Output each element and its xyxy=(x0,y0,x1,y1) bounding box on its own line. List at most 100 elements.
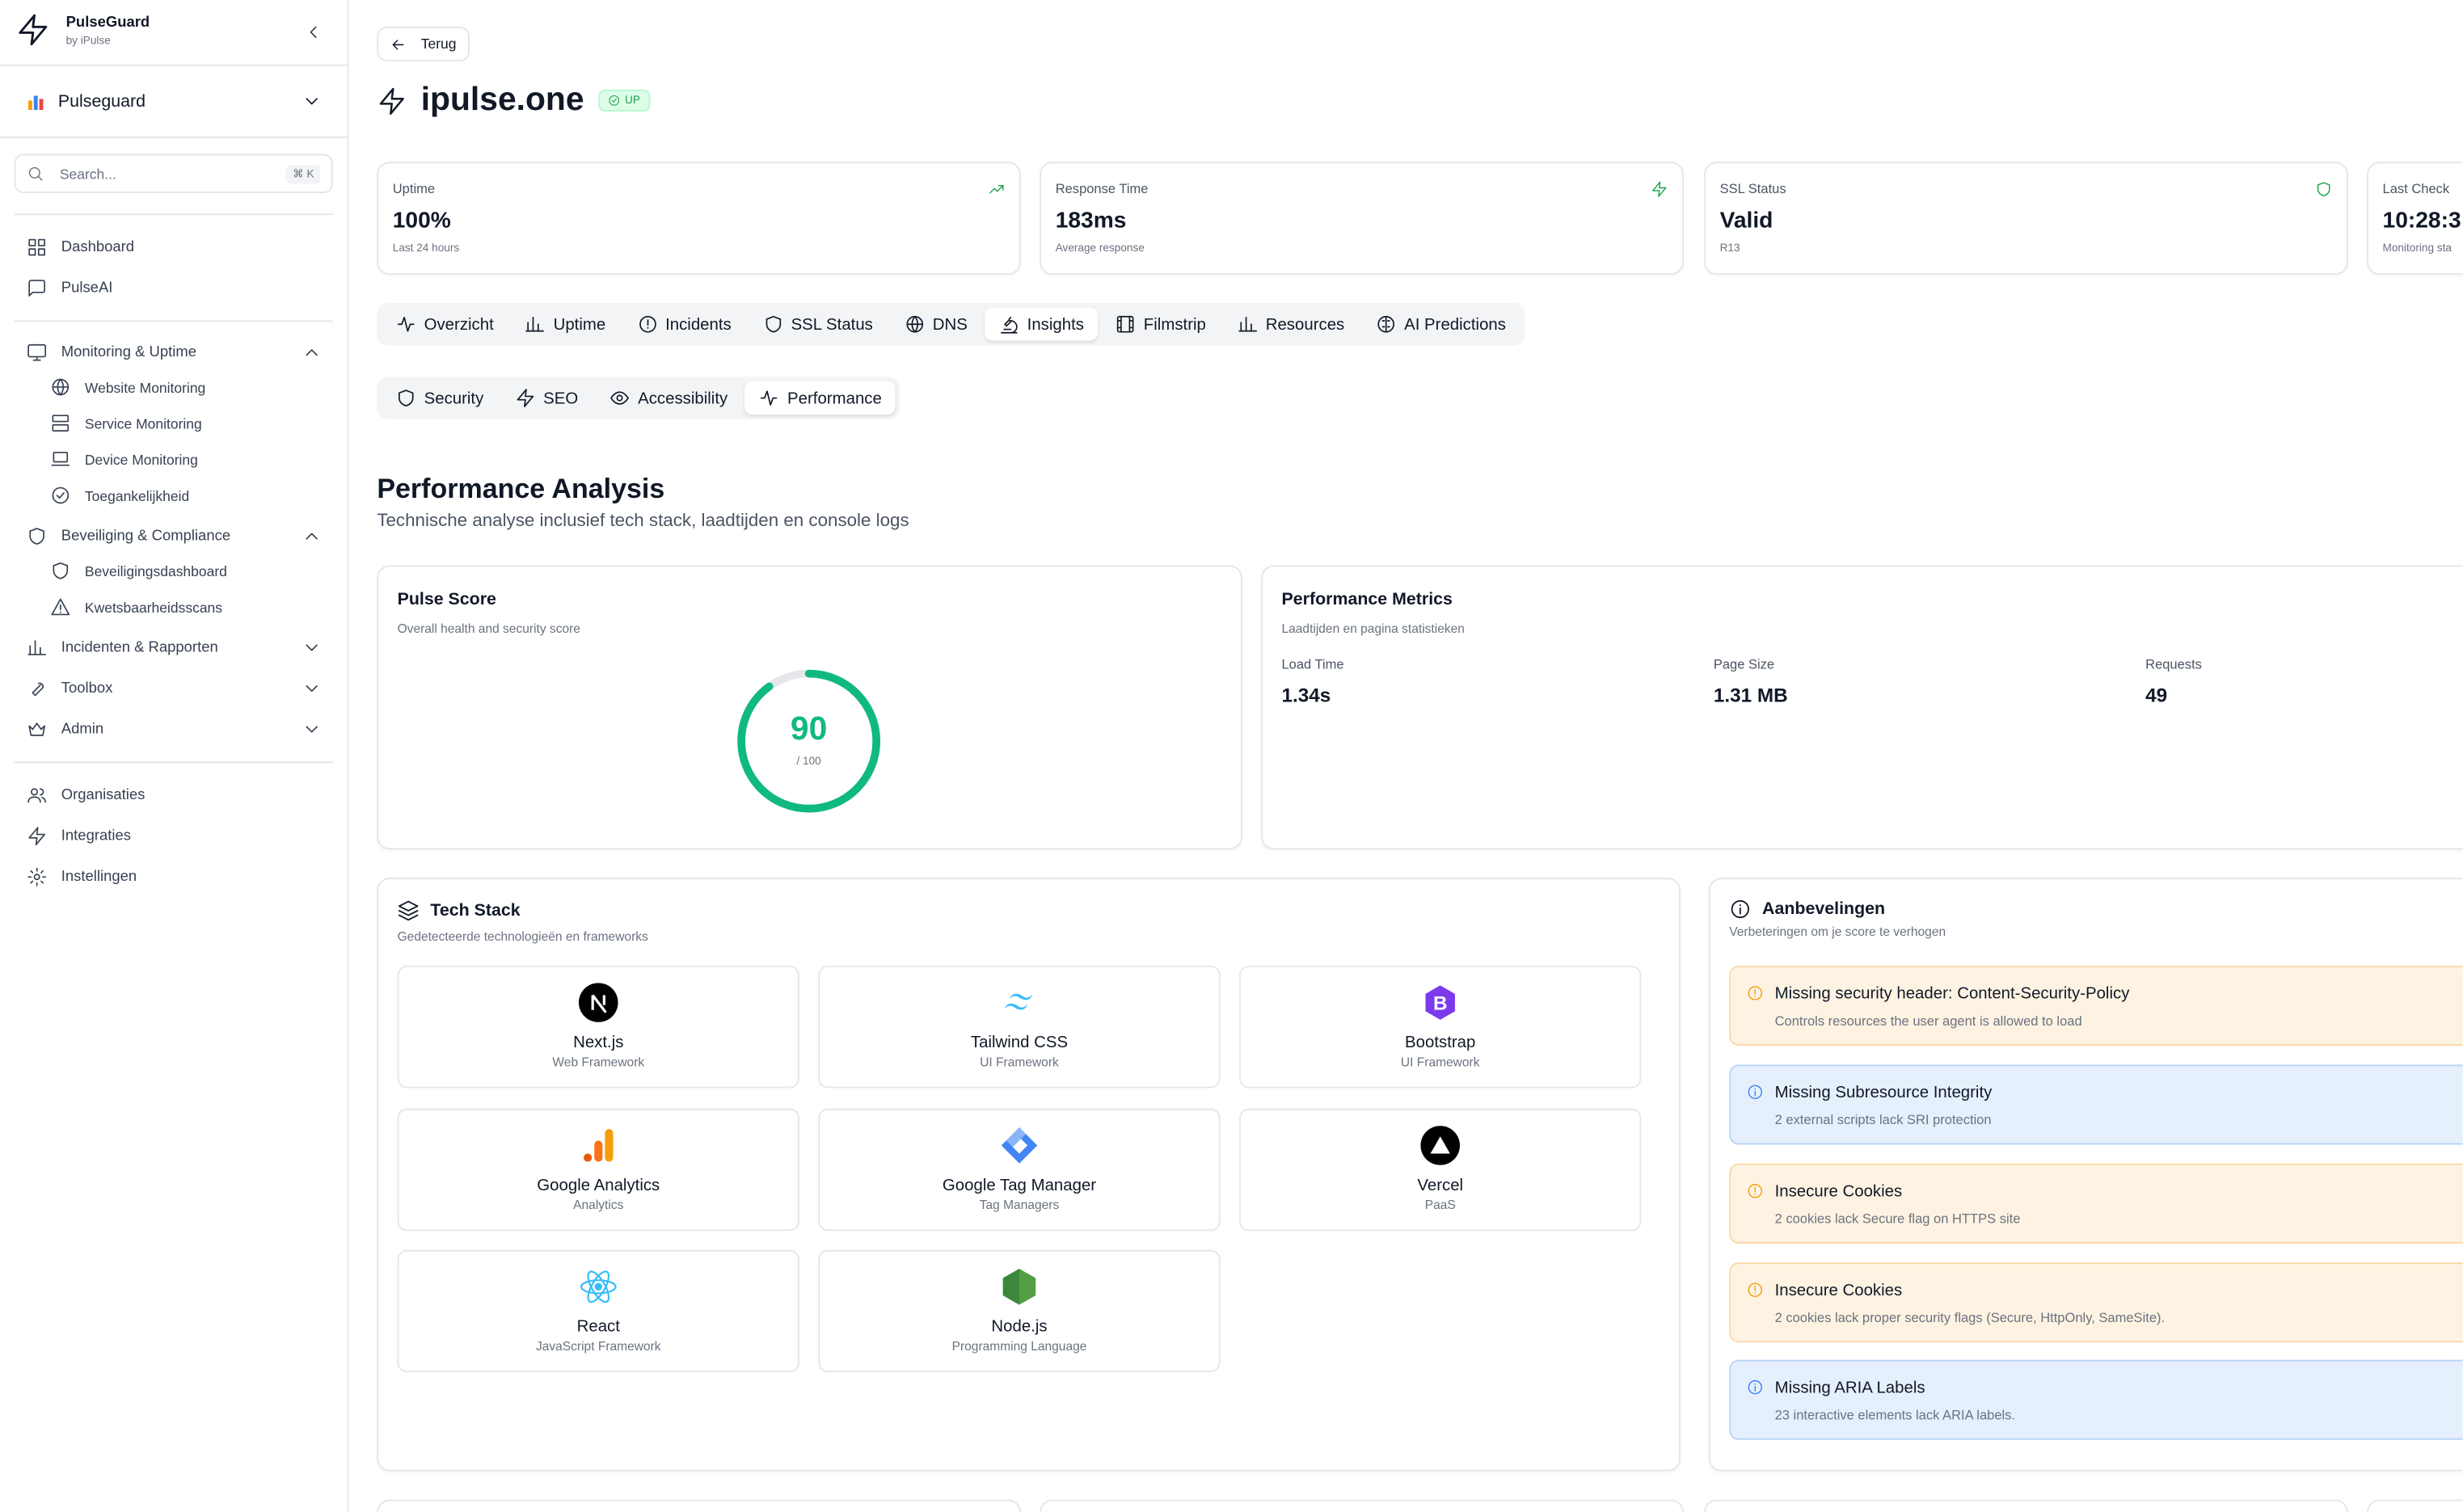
sidebar-item-label: Dashboard xyxy=(61,238,135,256)
back-button[interactable]: Terug xyxy=(377,27,470,61)
tech-item-nodejs[interactable]: Node.js Programming Language xyxy=(818,1249,1221,1373)
search-icon xyxy=(27,165,44,182)
recommendation-item[interactable]: Insecure Cookies 2 cookies lack proper s… xyxy=(1729,1262,2463,1343)
sidebar-item-label: Website Monitoring xyxy=(84,379,206,395)
tech-item-vercel[interactable]: Vercel PaaS xyxy=(1239,1108,1642,1232)
grid-icon xyxy=(27,237,47,257)
recommendation-item[interactable]: Missing ARIA Labels 23 interactive eleme… xyxy=(1729,1359,2463,1440)
tab-label: Filmstrip xyxy=(1143,314,1206,334)
recommendations-header: Aanbevelingen xyxy=(1729,898,1885,920)
tech-item-gtm[interactable]: Google Tag Manager Tag Managers xyxy=(818,1108,1221,1232)
sidebar-item-toolbox[interactable]: Toolbox xyxy=(27,678,318,698)
tab-ssl-status[interactable]: SSL Status xyxy=(749,308,887,341)
pulse-score-max: / 100 xyxy=(796,756,821,769)
sidebar-item-pulseai[interactable]: PulseAI xyxy=(27,278,112,298)
bolt-logo-icon xyxy=(15,13,50,48)
tab-security[interactable]: Security xyxy=(382,381,498,415)
tab-resources[interactable]: Resources xyxy=(1223,308,1358,341)
users-icon xyxy=(27,785,47,806)
sidebar-item-device-monitoring[interactable]: Device Monitoring xyxy=(50,449,198,470)
google-analytics-icon xyxy=(579,1126,618,1165)
collapse-sidebar-icon[interactable] xyxy=(303,22,323,42)
sidebar-item-label: Integraties xyxy=(61,827,131,845)
tab-accessibility[interactable]: Accessibility xyxy=(596,381,742,415)
recommendation-desc: 2 external scripts lack SRI protection xyxy=(1774,1111,1992,1128)
tech-stack-subtitle: Gedetecteerde technologieën en framework… xyxy=(397,929,648,944)
tab-label: Accessibility xyxy=(638,388,728,408)
stat-sub: R13 xyxy=(1719,243,1740,255)
sidebar-item-label: Instellingen xyxy=(61,868,137,886)
sidebar-item-kwetsbaarheidsscans[interactable]: Kwetsbaarheidsscans xyxy=(50,596,222,617)
laptop-icon xyxy=(50,449,70,470)
sidebar-item-service-monitoring[interactable]: Service Monitoring xyxy=(50,413,202,433)
recommendations-subtitle: Verbeteringen om je score te verhogen xyxy=(1729,924,1946,939)
sidebar-item-beveiliging[interactable]: Beveiliging & Compliance xyxy=(27,526,318,546)
sidebar-item-organisaties[interactable]: Organisaties xyxy=(27,785,145,806)
sidebar-item-label: Device Monitoring xyxy=(84,451,198,468)
recommendation-item[interactable]: Missing Subresource Integrity 2 external… xyxy=(1729,1064,2463,1145)
brain-icon xyxy=(1376,314,1396,335)
svg-text:B: B xyxy=(1433,993,1448,1015)
tab-label: SSL Status xyxy=(791,314,873,334)
partial-card xyxy=(1704,1499,2348,1512)
brand[interactable]: PulseGuard by iPulse xyxy=(15,13,150,48)
sidebar-item-incidenten[interactable]: Incidenten & Rapporten xyxy=(27,638,318,658)
chevron-down-icon xyxy=(302,678,322,698)
recommendation-item[interactable]: Insecure Cookies 2 cookies lack Secure f… xyxy=(1729,1163,2463,1244)
sidebar-item-toegankelijkheid[interactable]: Toegankelijkheid xyxy=(50,485,189,505)
sidebar-item-instellingen[interactable]: Instellingen xyxy=(27,867,137,887)
tech-name: Next.js xyxy=(573,1033,624,1052)
tech-category: Analytics xyxy=(573,1198,624,1212)
bar-chart-icon xyxy=(525,314,546,335)
tech-item-tailwind[interactable]: Tailwind CSS UI Framework xyxy=(818,965,1221,1089)
tech-item-google-analytics[interactable]: Google Analytics Analytics xyxy=(397,1108,799,1232)
metric-value-page-size: 1.31 MB xyxy=(1713,684,1788,707)
tab-ai-predictions[interactable]: AI Predictions xyxy=(1362,308,1520,341)
tab-filmstrip[interactable]: Filmstrip xyxy=(1101,308,1220,341)
tech-item-bootstrap[interactable]: B Bootstrap UI Framework xyxy=(1239,965,1642,1089)
search-input[interactable]: Search... ⌘ K xyxy=(14,154,333,193)
recommendations-title: Aanbevelingen xyxy=(1762,899,1886,919)
layers-icon xyxy=(398,899,420,921)
tab-performance[interactable]: Performance xyxy=(744,381,896,415)
tech-item-react[interactable]: React JavaScript Framework xyxy=(397,1249,799,1373)
info-icon xyxy=(1747,1084,1764,1101)
sidebar-item-beveiligingsdashboard[interactable]: Beveiligingsdashboard xyxy=(50,561,227,581)
recommendation-item[interactable]: Missing security header: Content-Securit… xyxy=(1729,965,2463,1047)
sidebar-item-label: Toegankelijkheid xyxy=(84,487,190,503)
stat-value: 10:28:3 xyxy=(2382,208,2461,234)
alert-circle-icon xyxy=(1747,1182,1764,1199)
tab-overzicht[interactable]: Overzicht xyxy=(382,308,508,341)
tab-incidents[interactable]: Incidents xyxy=(623,308,746,341)
tab-label: Insights xyxy=(1027,314,1084,334)
sidebar-item-monitoring[interactable]: Monitoring & Uptime xyxy=(27,343,318,363)
sidebar-item-integraties[interactable]: Integraties xyxy=(27,826,131,846)
sidebar-item-label: Beveiliging & Compliance xyxy=(61,527,231,545)
pulse-score-subtitle: Overall health and security score xyxy=(397,621,580,636)
recommendation-title: Insecure Cookies xyxy=(1774,1281,1903,1300)
metrics-title: Performance Metrics xyxy=(1281,590,1453,609)
arrow-left-icon xyxy=(390,36,407,53)
globe-icon xyxy=(50,377,70,397)
status-badge: UP xyxy=(598,89,650,112)
stat-label: SSL Status xyxy=(1719,180,1786,196)
tech-name: Google Tag Manager xyxy=(942,1176,1097,1195)
sidebar-item-label: Service Monitoring xyxy=(84,415,202,432)
tab-seo[interactable]: SEO xyxy=(501,381,593,415)
sidebar-item-admin[interactable]: Admin xyxy=(27,719,318,739)
sidebar-item-website-monitoring[interactable]: Website Monitoring xyxy=(50,377,205,397)
bootstrap-icon: B xyxy=(1420,983,1460,1022)
tab-dns[interactable]: DNS xyxy=(890,308,981,341)
tech-item-nextjs[interactable]: Next.js Web Framework xyxy=(397,965,799,1089)
recommendation-title: Missing ARIA Labels xyxy=(1774,1378,1925,1398)
tab-uptime[interactable]: Uptime xyxy=(511,308,620,341)
org-selector[interactable]: Pulseguard xyxy=(27,91,322,112)
tab-label: Overzicht xyxy=(424,314,494,334)
tailwind-icon xyxy=(1000,983,1040,1022)
alert-circle-icon xyxy=(637,314,657,335)
stat-value: Valid xyxy=(1719,208,1773,234)
recommendation-desc: 23 interactive elements lack ARIA labels… xyxy=(1774,1406,2016,1423)
tab-insights[interactable]: Insights xyxy=(985,307,1099,341)
sidebar-item-dashboard[interactable]: Dashboard xyxy=(27,237,134,257)
metric-value-load-time: 1.34s xyxy=(1281,684,1331,707)
